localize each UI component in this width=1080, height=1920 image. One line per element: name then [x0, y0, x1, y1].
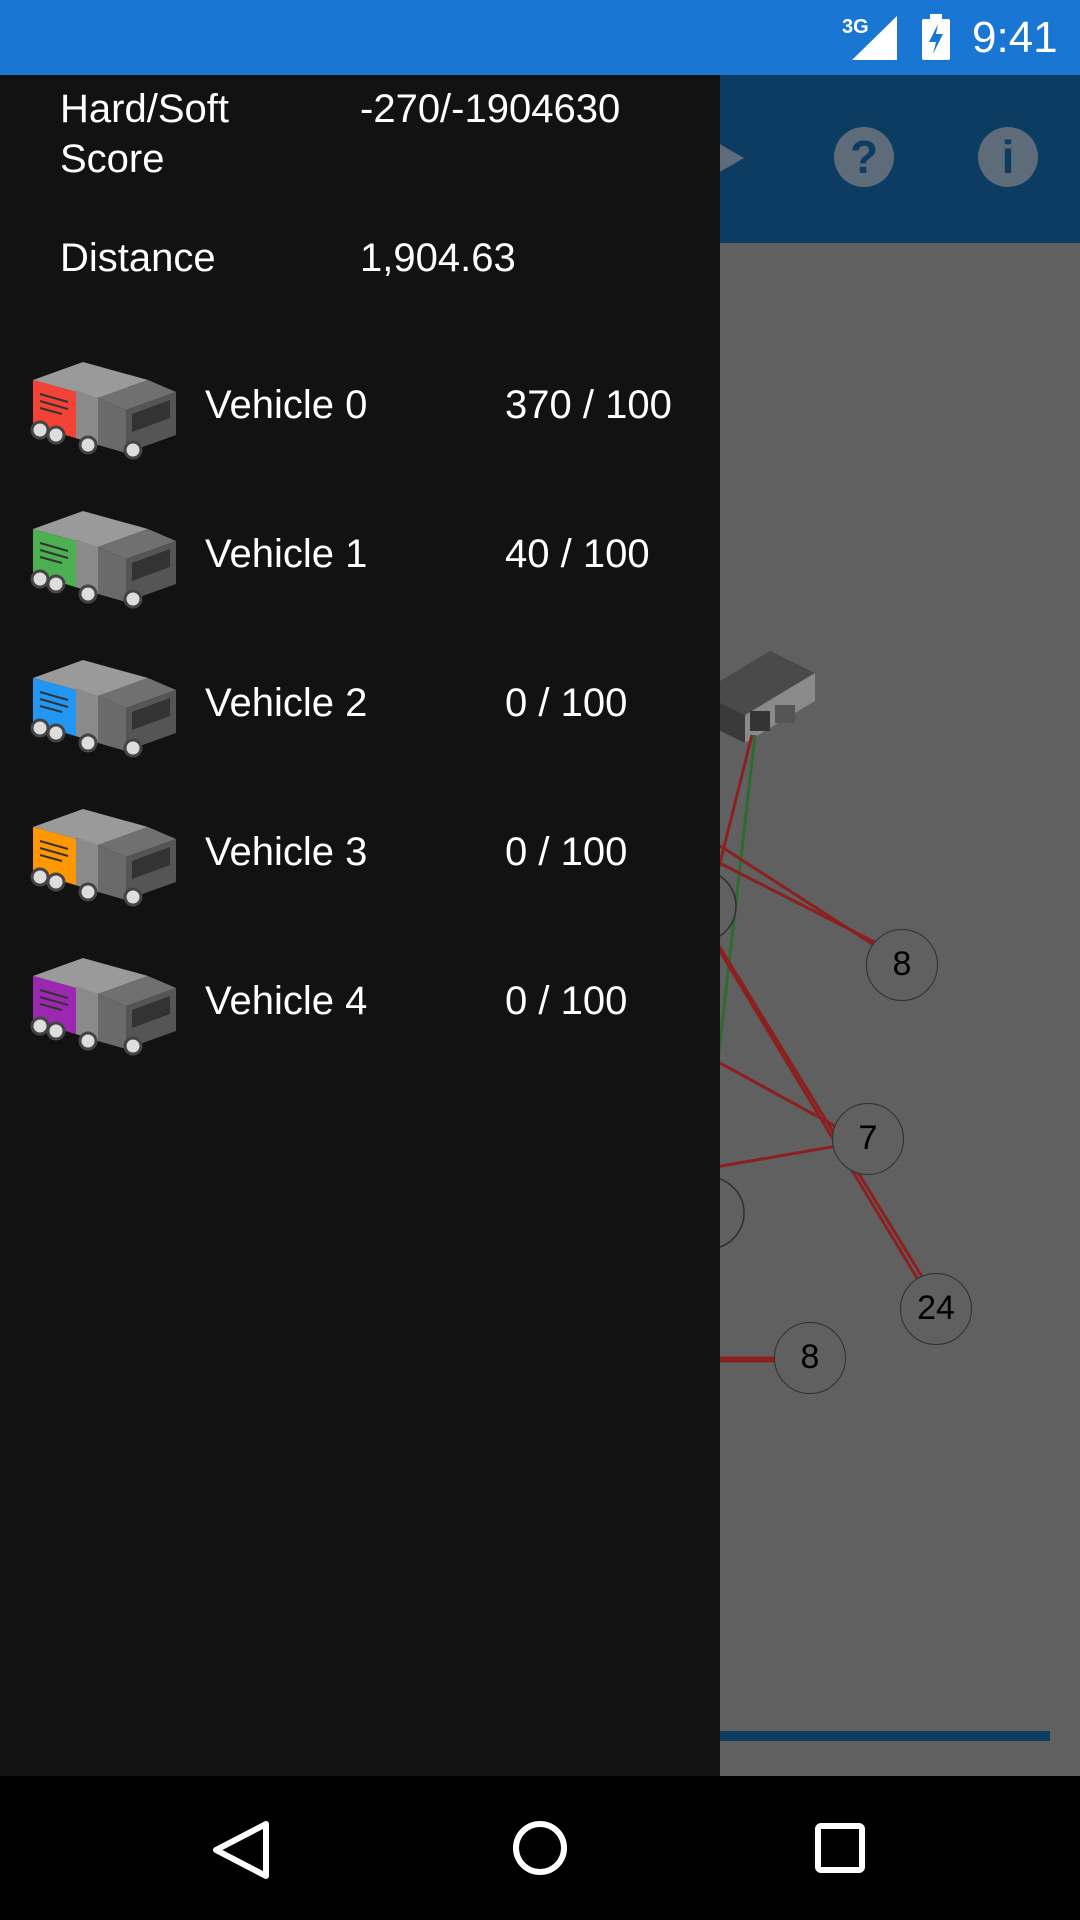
screen: 3G 9:41 ? i 8 7 24 8 Hard/Soft Score -27…	[0, 0, 1080, 1920]
vehicle-row[interactable]: Vehicle 3 0 / 100	[0, 777, 720, 926]
customer-node[interactable]: 7	[832, 1103, 904, 1175]
status-bar: 3G 9:41	[0, 0, 1080, 75]
info-icon[interactable]: i	[978, 127, 1038, 187]
truck-icon	[28, 797, 178, 907]
back-icon[interactable]	[170, 1776, 310, 1920]
progress-indicator	[700, 1731, 1050, 1741]
distance-value: 1,904.63	[360, 236, 516, 280]
vehicle-row[interactable]: Vehicle 4 0 / 100	[0, 926, 720, 1075]
vehicle-name: Vehicle 4	[205, 979, 368, 1023]
vehicle-row[interactable]: Vehicle 1 40 / 100	[0, 479, 720, 628]
recent-apps-icon[interactable]	[770, 1776, 910, 1920]
truck-icon	[28, 946, 178, 1056]
customer-node[interactable]: 24	[900, 1273, 972, 1345]
customer-node[interactable]: 8	[866, 929, 938, 1001]
vehicle-load: 0 / 100	[505, 979, 628, 1023]
vehicle-name: Vehicle 1	[205, 532, 368, 576]
score-value: -270/-1904630	[360, 87, 621, 131]
vehicle-load: 0 / 100	[505, 681, 628, 725]
vehicle-name: Vehicle 3	[205, 830, 368, 874]
distance-label: Distance	[60, 236, 216, 280]
vehicle-row[interactable]: Vehicle 0 370 / 100	[0, 330, 720, 479]
play-icon[interactable]	[718, 143, 744, 173]
truck-icon	[28, 499, 178, 609]
truck-icon	[28, 648, 178, 758]
vehicle-load: 370 / 100	[505, 383, 672, 427]
navigation-bar	[0, 1776, 1080, 1920]
help-icon[interactable]: ?	[834, 127, 894, 187]
customer-node[interactable]: 8	[774, 1322, 846, 1394]
vehicle-load: 0 / 100	[505, 830, 628, 874]
route-lines	[698, 734, 934, 1363]
vehicle-row[interactable]: Vehicle 2 0 / 100	[0, 628, 720, 777]
vehicle-load: 40 / 100	[505, 532, 650, 576]
score-label: Hard/Soft Score	[60, 87, 229, 181]
navigation-drawer: Hard/Soft Score -270/-1904630 Distance 1…	[0, 75, 720, 1776]
clock: 9:41	[972, 13, 1058, 62]
vehicle-name: Vehicle 2	[205, 681, 368, 725]
vehicle-name: Vehicle 0	[205, 383, 368, 427]
signal-icon	[852, 16, 897, 60]
battery-charging-icon	[922, 14, 950, 60]
truck-icon	[28, 350, 178, 460]
home-icon[interactable]	[470, 1776, 610, 1920]
